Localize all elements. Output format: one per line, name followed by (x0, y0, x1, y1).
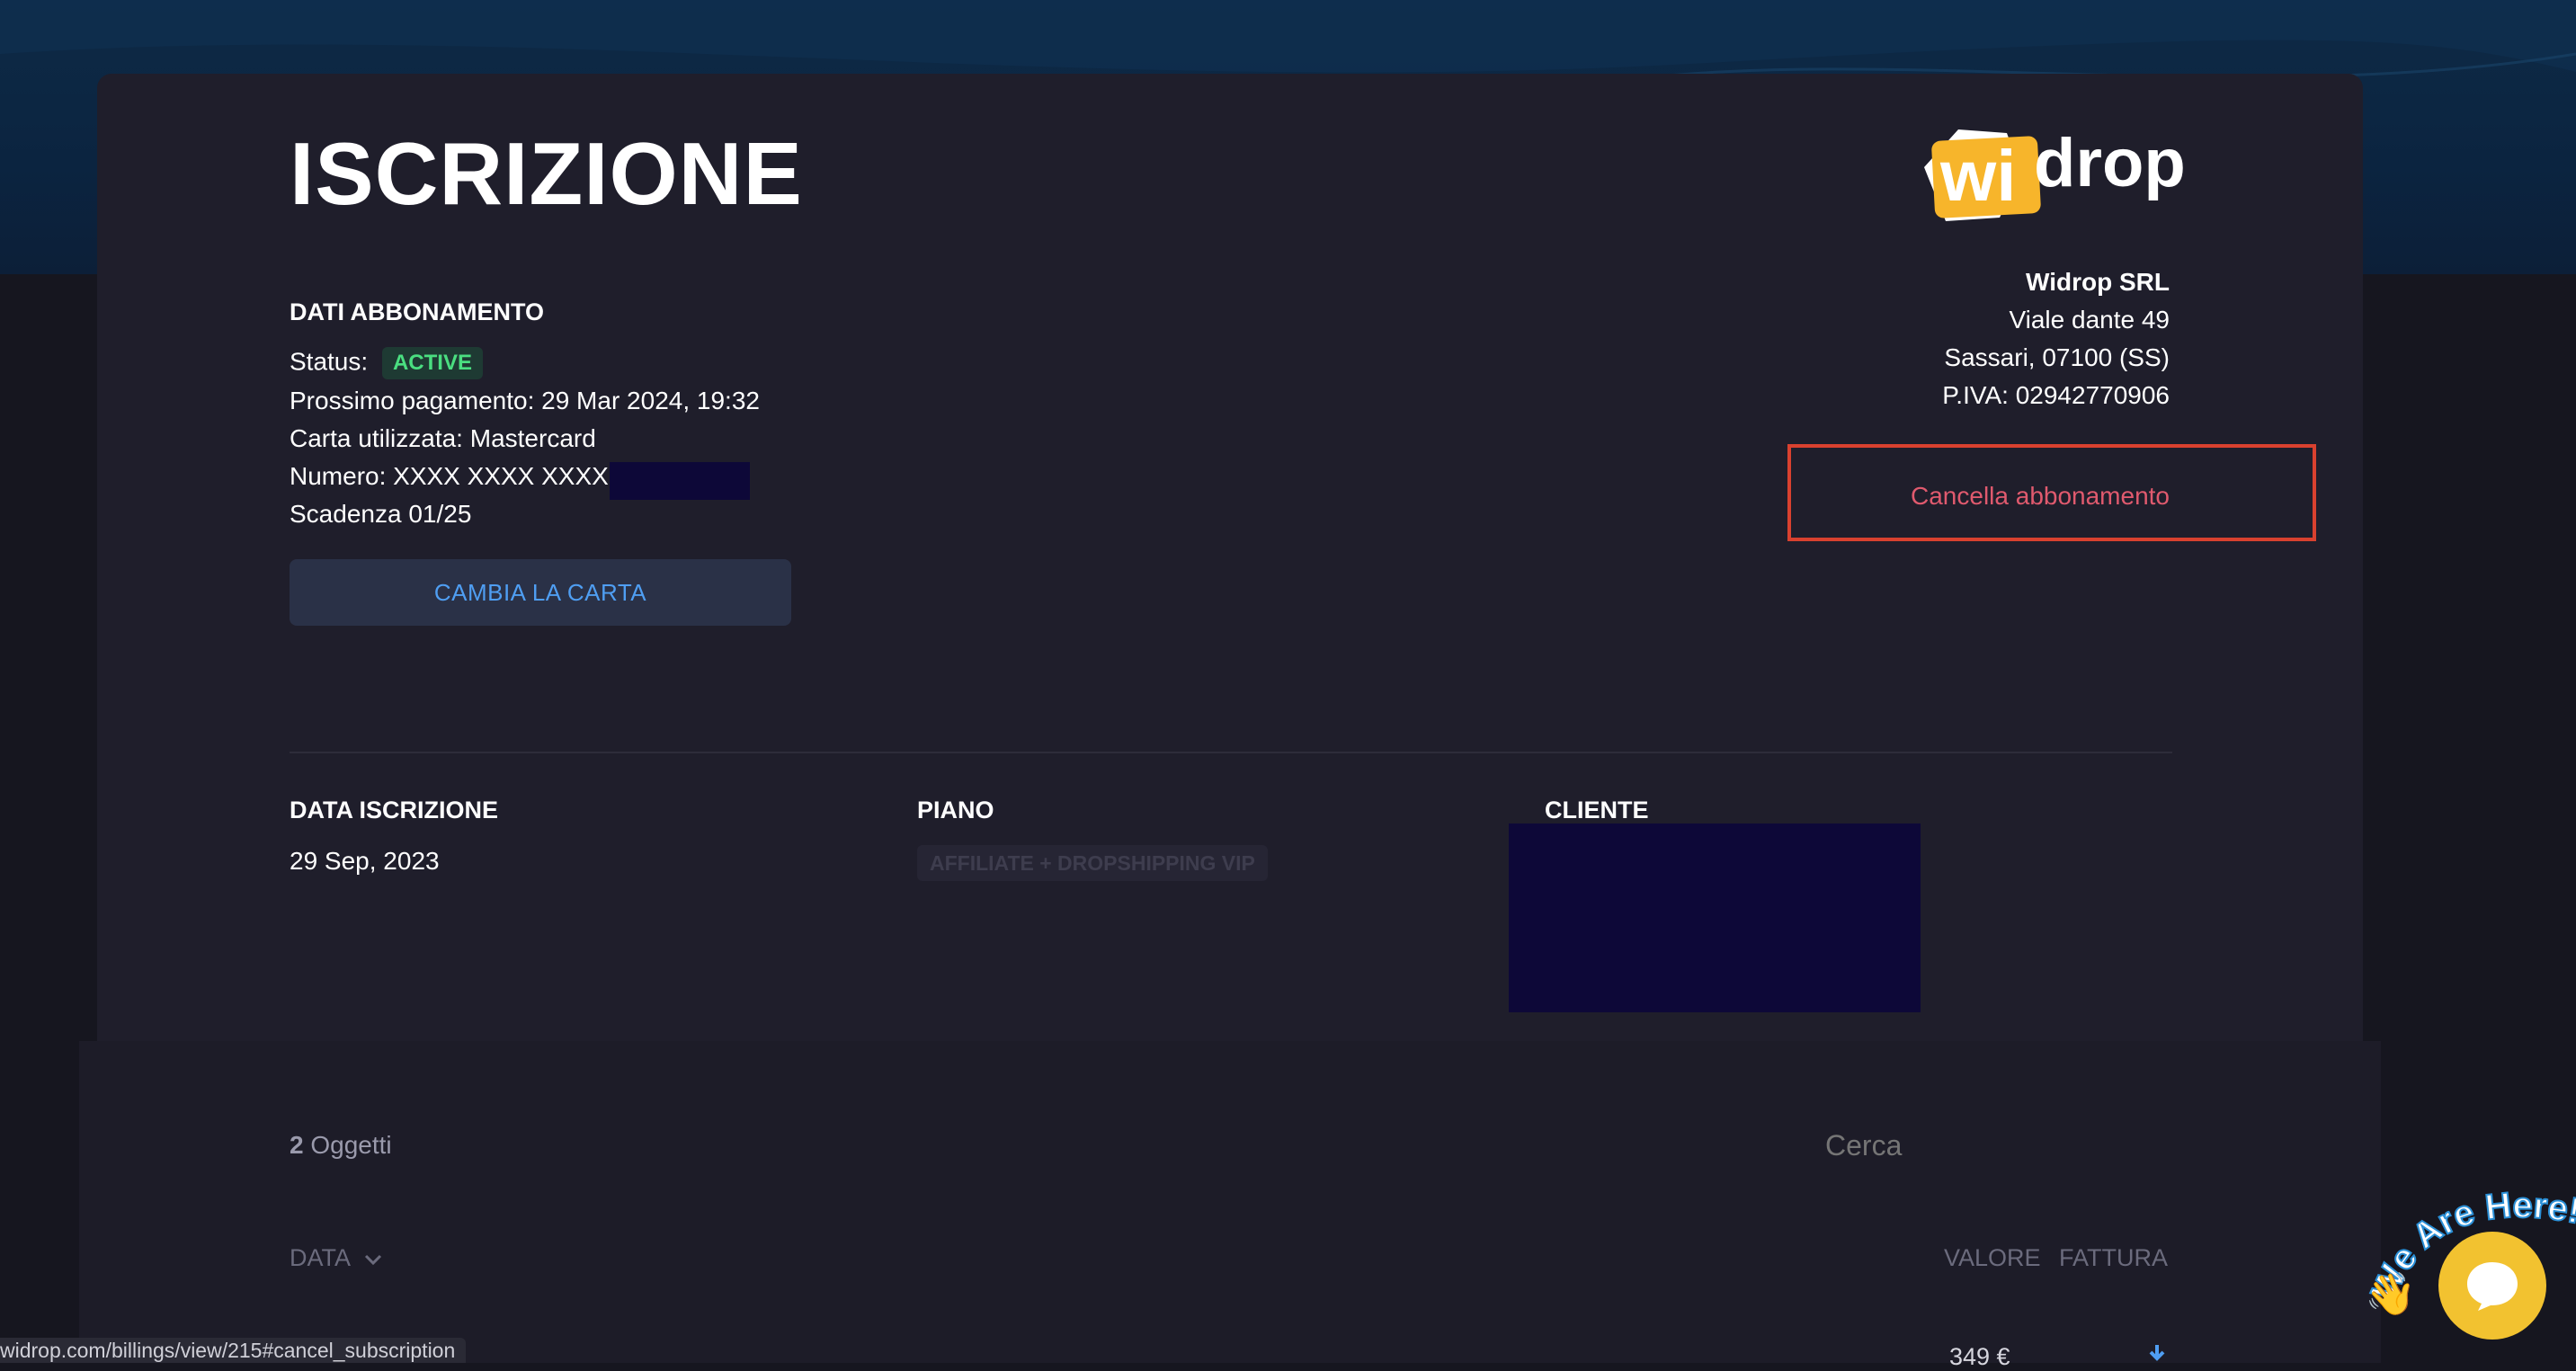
subscription-date-value: 29 Sep, 2023 (290, 847, 440, 875)
wave-emoji: 👋 (2365, 1270, 2417, 1317)
section-divider (290, 752, 2172, 753)
column-header-date[interactable]: DATA (290, 1244, 383, 1272)
expiry-text: Scadenza 01/25 (290, 500, 472, 528)
row-value: 349 € (1949, 1343, 2010, 1370)
download-icon[interactable] (2147, 1345, 2167, 1363)
status-row: Status: ACTIVE (290, 347, 483, 379)
chat-launcher-button[interactable] (2438, 1232, 2546, 1340)
company-address: Viale dante 49 (2009, 306, 2170, 334)
change-card-button[interactable]: CAMBIA LA CARTA (290, 559, 791, 626)
status-badge: ACTIVE (381, 347, 483, 379)
items-count-suffix: Oggetti (310, 1131, 392, 1159)
chat-bubble-icon (2467, 1262, 2518, 1311)
card-used-text: Carta utilizzata: Mastercard (290, 424, 596, 452)
invoices-panel (79, 1041, 2381, 1363)
widrop-logo[interactable]: wi drop (1906, 120, 2186, 228)
column-header-date-label: DATA (290, 1244, 350, 1271)
logo-text-drop: drop (2034, 125, 2186, 201)
status-bar-url: widrop.com/billings/view/215#cancel_subs… (0, 1338, 467, 1363)
chevron-down-icon (364, 1254, 382, 1266)
company-vat: P.IVA: 02942770906 (1942, 381, 2170, 409)
column-header-value[interactable]: VALORE (1944, 1244, 2041, 1272)
plan-label: PIANO (917, 797, 994, 823)
company-city: Sassari, 07100 (SS) (1944, 343, 2170, 371)
status-label: Status: (290, 347, 369, 376)
redacted-card-digits (610, 462, 750, 500)
logo-text-wi: wi (1940, 136, 2017, 216)
items-count-number: 2 (290, 1131, 304, 1159)
company-name: Widrop SRL (2026, 268, 2170, 296)
cancel-subscription-link[interactable]: Cancella abbonamento (1911, 482, 2170, 511)
subscription-section-label: DATI ABBONAMENTO (290, 298, 544, 325)
next-payment-text: Prossimo pagamento: 29 Mar 2024, 19:32 (290, 387, 760, 414)
redacted-client-info (1509, 823, 1921, 1012)
page-title: ISCRIZIONE (290, 124, 803, 223)
column-header-invoice[interactable]: FATTURA (2059, 1244, 2168, 1272)
client-label: CLIENTE (1545, 797, 1649, 823)
search-input[interactable] (1823, 1122, 2093, 1169)
items-count: 2 Oggetti (290, 1131, 392, 1160)
card-number-text: Numero: XXXX XXXX XXXX (290, 462, 609, 490)
subscription-date-label: DATA ISCRIZIONE (290, 797, 498, 823)
plan-badge: AFFILIATE + DROPSHIPPING VIP (917, 845, 1268, 881)
